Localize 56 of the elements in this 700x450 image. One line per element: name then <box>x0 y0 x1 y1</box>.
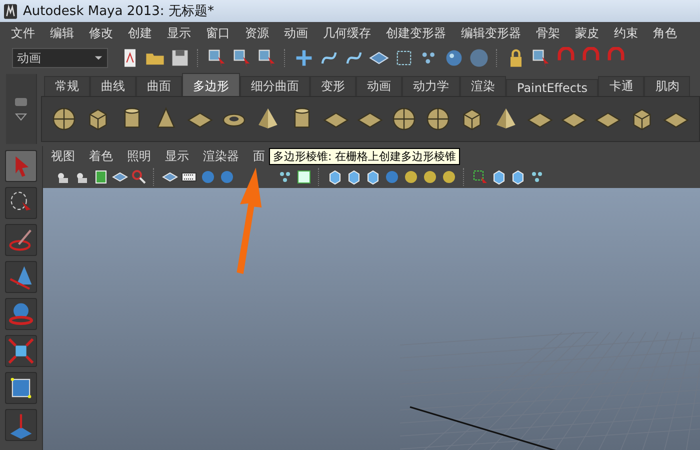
menu-item[interactable]: 修改 <box>82 24 121 42</box>
plane-icon[interactable] <box>5 409 37 441</box>
cube-icon[interactable] <box>327 169 343 185</box>
menu-item[interactable]: 骨架 <box>529 24 568 42</box>
app-logo-icon <box>4 4 17 18</box>
shelf-tab[interactable]: 曲面 <box>136 76 182 96</box>
shelf-tab[interactable]: 变形 <box>310 76 356 96</box>
cone-icon[interactable] <box>5 261 37 293</box>
menu-item[interactable]: 创建变形器 <box>379 24 454 42</box>
menu-item[interactable]: 动画 <box>277 24 316 42</box>
window-title: Autodesk Maya 2013: 无标题* <box>23 3 214 20</box>
menu-item[interactable]: 约束 <box>607 24 646 42</box>
menu-item[interactable]: 显示 <box>160 24 199 42</box>
panel-menu-item[interactable]: 照明 <box>127 148 151 164</box>
mode-dropdown[interactable]: 动画 <box>12 48 108 68</box>
panel-menu-item[interactable]: 显示 <box>165 148 189 164</box>
cube-icon[interactable] <box>365 169 381 185</box>
shelf-tab[interactable]: 肌肉 <box>644 76 690 96</box>
shelf-tab[interactable]: 动画 <box>356 76 402 96</box>
cube-icon[interactable] <box>5 335 37 367</box>
shelf-tab[interactable]: 曲线 <box>90 76 136 96</box>
sphere-icon[interactable] <box>390 105 418 133</box>
menu-item[interactable]: 文件 <box>4 24 43 42</box>
sphere-icon[interactable] <box>424 105 452 133</box>
shelf-tab[interactable]: 卡通 <box>598 76 644 96</box>
menu-item[interactable]: 蒙皮 <box>568 24 607 42</box>
shelf-tab[interactable]: 常规 <box>44 76 90 96</box>
box-icon[interactable] <box>5 372 37 404</box>
tooltip: 多边形棱锥: 在栅格上创建多边形棱锥 <box>269 148 460 164</box>
panel-menu-item[interactable]: 渲染器 <box>203 148 239 164</box>
shelf-tab[interactable]: 细分曲面 <box>240 76 310 96</box>
panel-menu-item[interactable]: 着色 <box>89 148 113 164</box>
caret-icon <box>94 55 103 61</box>
menu-item[interactable]: 几何缓存 <box>316 24 379 42</box>
sphere-icon[interactable] <box>50 105 78 133</box>
shelf-tab[interactable]: PaintEffects <box>506 79 598 96</box>
dots-icon[interactable] <box>277 169 293 185</box>
menu-item[interactable]: 编辑 <box>43 24 82 42</box>
menu-item[interactable]: 资源 <box>238 24 277 42</box>
lasso-icon[interactable] <box>5 187 37 219</box>
cube-icon[interactable] <box>491 169 507 185</box>
select-tool-icon[interactable] <box>5 150 37 182</box>
shelf-tab[interactable]: 渲染 <box>460 76 506 96</box>
menu-item[interactable]: 创建 <box>121 24 160 42</box>
menu-item[interactable]: 编辑变形器 <box>454 24 529 42</box>
panel-menu-item[interactable]: 视图 <box>51 148 75 164</box>
shelf-tab[interactable]: 多边形 <box>182 73 240 96</box>
shelf-tab[interactable]: 动力学 <box>402 76 460 96</box>
cube-icon[interactable] <box>346 169 362 185</box>
panel-menu-item[interactable]: 面 <box>253 148 265 164</box>
cube-icon[interactable] <box>510 169 526 185</box>
dots-icon[interactable] <box>529 169 545 185</box>
menu-item[interactable]: 窗口 <box>199 24 238 42</box>
menu-item[interactable]: 角色 <box>646 24 685 42</box>
select-icon[interactable] <box>472 169 488 185</box>
brush-icon[interactable] <box>5 224 37 256</box>
